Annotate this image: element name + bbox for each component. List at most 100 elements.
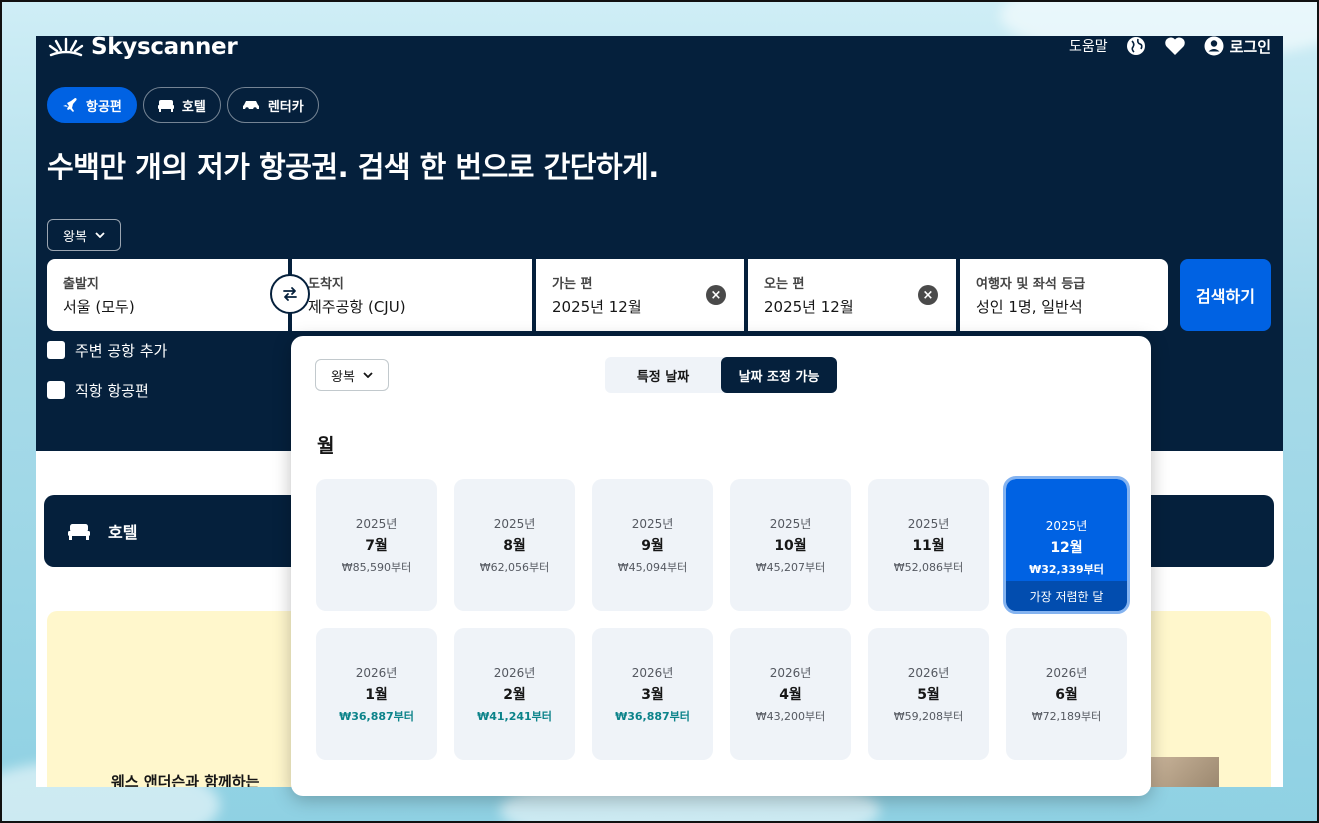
origin-value: 서울 (모두) <box>63 298 135 316</box>
depart-value: 2025년 12월 <box>552 298 642 316</box>
month-grid: 2025년 7월 ₩85,590부터 2025년 8월 ₩62,056부터 2025년 9월 ₩… <box>316 476 1130 760</box>
help-link[interactable]: 도움말 <box>1069 36 1108 56</box>
search-options: 주변 공항 추가 직항 항공편 <box>47 339 167 419</box>
hotel-banner-label: 호텔 <box>108 523 138 542</box>
destination-value: 제주공항 (CJU) <box>308 298 406 316</box>
direct-flights-checkbox[interactable] <box>47 381 65 399</box>
months-section-title: 월 <box>317 435 335 457</box>
nearby-airports-label: 주변 공항 추가 <box>75 341 168 360</box>
month-option[interactable]: 2026년 1월 ₩36,887부터 <box>316 628 437 760</box>
tab-specific-dates[interactable]: 특정 날짜 <box>605 357 721 393</box>
header-actions: 도움말 로그인 <box>1069 36 1271 56</box>
travelers-value: 성인 1명, 일반석 <box>976 298 1083 316</box>
popup-trip-type-value: 왕복 <box>331 369 355 385</box>
month-year: 2025년 <box>355 517 398 531</box>
month-price: ₩52,086부터 <box>893 561 964 574</box>
month-year: 2025년 <box>907 517 950 531</box>
swap-airports-button[interactable] <box>270 274 310 314</box>
chevron-down-icon <box>95 232 105 238</box>
nearby-airports-checkbox[interactable] <box>47 341 65 359</box>
chevron-down-icon <box>363 372 373 378</box>
month-option[interactable]: 2026년 6월 ₩72,189부터 <box>1006 628 1127 760</box>
month-option[interactable]: 2025년 11월 ₩52,086부터 <box>868 479 989 611</box>
bed-icon <box>68 524 90 540</box>
month-year: 2026년 <box>355 666 398 680</box>
month-price: ₩36,887부터 <box>339 710 414 723</box>
flexible-date-picker: 왕복 특정 날짜 날짜 조정 가능 월 2025년 7월 ₩85,590부터 2025… <box>291 336 1151 796</box>
depart-date-field[interactable]: 가는 편 2025년 12월 × <box>536 259 744 331</box>
month-option[interactable]: 2025년 8월 ₩62,056부터 <box>454 479 575 611</box>
return-date-field[interactable]: 오는 편 2025년 12월 × <box>748 259 956 331</box>
month-option[interactable]: 2026년 2월 ₩41,241부터 <box>454 628 575 760</box>
month-option[interactable]: 2026년 4월 ₩43,200부터 <box>730 628 851 760</box>
page-headline: 수백만 개의 저가 항공권. 검색 한 번으로 간단하게. <box>47 150 659 184</box>
month-option[interactable]: 2025년 7월 ₩85,590부터 <box>316 479 437 611</box>
month-name: 10월 <box>774 538 807 554</box>
month-option[interactable]: 2025년 9월 ₩45,094부터 <box>592 479 713 611</box>
origin-label: 출발지 <box>63 277 99 292</box>
date-mode-toggle: 특정 날짜 날짜 조정 가능 <box>605 357 837 393</box>
month-price: ₩41,241부터 <box>477 710 552 723</box>
month-option[interactable]: 2025년 12월 ₩32,339부터가장 저렴한 달 <box>1003 476 1130 614</box>
user-icon <box>1204 36 1224 56</box>
month-option[interactable]: 2025년 10월 ₩45,207부터 <box>730 479 851 611</box>
sunburst-logo-icon <box>48 37 84 57</box>
skyscanner-logo[interactable]: Skyscanner <box>47 36 238 60</box>
month-name: 5월 <box>917 687 940 703</box>
month-year: 2025년 <box>631 517 674 531</box>
month-price: ₩72,189부터 <box>1031 710 1102 723</box>
month-year: 2025년 <box>769 517 812 531</box>
login-button[interactable]: 로그인 <box>1204 36 1271 57</box>
clear-return-icon[interactable]: × <box>918 285 938 305</box>
month-year: 2025년 <box>493 517 536 531</box>
month-price: ₩45,094부터 <box>617 561 688 574</box>
promo-image <box>1151 757 1219 787</box>
swap-arrows-icon <box>283 287 297 301</box>
favorites-heart-icon[interactable] <box>1164 36 1186 56</box>
language-globe-icon[interactable] <box>1126 36 1146 56</box>
origin-field[interactable]: 출발지 서울 (모두) <box>47 259 288 331</box>
tab-hotels[interactable]: 호텔 <box>142 87 221 123</box>
login-label: 로그인 <box>1229 37 1271 56</box>
month-year: 2026년 <box>493 666 536 680</box>
depart-label: 가는 편 <box>552 277 593 292</box>
month-year: 2025년 <box>1045 519 1088 533</box>
return-label: 오는 편 <box>764 277 805 292</box>
month-price: ₩32,339부터 <box>1029 563 1104 576</box>
month-name: 4월 <box>779 687 802 703</box>
search-button[interactable]: 검색하기 <box>1180 259 1271 331</box>
month-price: ₩62,056부터 <box>479 561 550 574</box>
month-year: 2026년 <box>907 666 950 680</box>
car-icon <box>242 101 259 111</box>
month-name: 11월 <box>912 538 945 554</box>
nearby-airports-option[interactable]: 주변 공항 추가 <box>47 339 167 361</box>
month-name: 2월 <box>503 687 526 703</box>
direct-flights-option[interactable]: 직항 항공편 <box>47 379 167 401</box>
tab-label: 호텔 <box>181 99 206 115</box>
clear-depart-icon[interactable]: × <box>706 285 726 305</box>
month-price: ₩59,208부터 <box>893 710 964 723</box>
trip-type-select[interactable]: 왕복 <box>47 219 121 251</box>
promo-text: 웨스 앤더슨과 함께하는 <box>111 773 260 787</box>
month-option[interactable]: 2026년 5월 ₩59,208부터 <box>868 628 989 760</box>
month-option[interactable]: 2026년 3월 ₩36,887부터 <box>592 628 713 760</box>
brand-name: Skyscanner <box>91 36 238 60</box>
tab-flights[interactable]: 항공편 <box>47 87 137 123</box>
cheapest-month-badge: 가장 저렴한 달 <box>1006 581 1127 611</box>
month-year: 2026년 <box>631 666 674 680</box>
month-price: ₩36,887부터 <box>615 710 690 723</box>
month-year: 2026년 <box>769 666 812 680</box>
plane-icon <box>63 98 77 112</box>
month-name: 7월 <box>365 538 388 554</box>
travelers-label: 여행자 및 좌석 등급 <box>976 277 1086 292</box>
trip-type-value: 왕복 <box>63 229 87 245</box>
destination-label: 도착지 <box>308 277 344 292</box>
product-tabs: 항공편 호텔 렌터카 <box>47 87 319 123</box>
month-price: ₩85,590부터 <box>341 561 412 574</box>
tab-car-rental[interactable]: 렌터카 <box>226 87 319 123</box>
popup-trip-type-select[interactable]: 왕복 <box>315 359 389 391</box>
month-name: 12월 <box>1050 540 1083 556</box>
tab-flexible-dates[interactable]: 날짜 조정 가능 <box>721 357 837 393</box>
travelers-field[interactable]: 여행자 및 좌석 등급 성인 1명, 일반석 <box>960 259 1168 331</box>
destination-field[interactable]: 도착지 제주공항 (CJU) <box>292 259 532 331</box>
